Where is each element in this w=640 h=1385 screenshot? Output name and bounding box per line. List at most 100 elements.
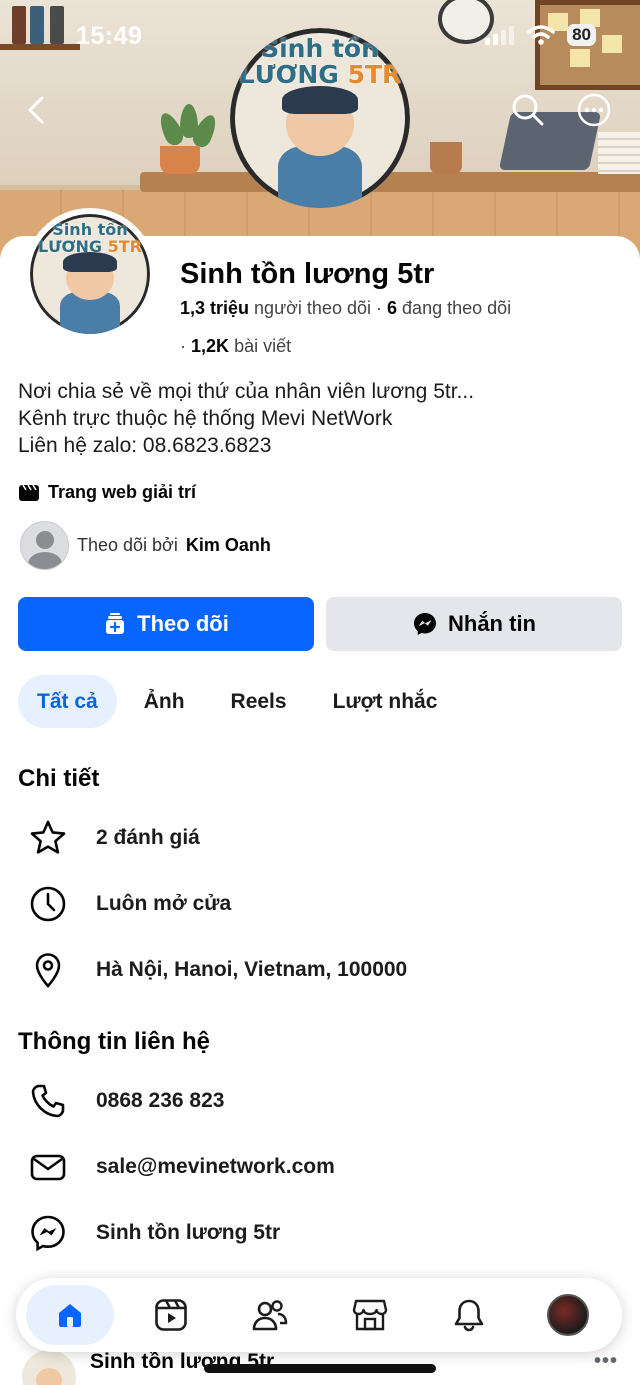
messenger-icon — [414, 613, 436, 635]
cover-logo-line2: LƯƠNG 5TR — [230, 60, 410, 89]
profile-avatar-accent: 5TR — [107, 237, 142, 256]
tab-mentions[interactable]: Lượt nhắc — [314, 675, 457, 728]
cover-book — [50, 6, 64, 44]
profile-avatar-logo: Sinh tồn LƯƠNG 5TR — [30, 214, 150, 334]
posts-count: 1,2K — [191, 336, 230, 356]
address-row[interactable]: Hà Nội, Hanoi, Vietnam, 100000 — [28, 950, 407, 990]
stats-separator: · — [376, 298, 382, 318]
followers-count: 1,3 triệu — [180, 298, 250, 318]
reels-icon — [155, 1299, 187, 1331]
follow-stats[interactable]: 1,3 triệu người theo dõi · 6 đang theo d… — [180, 298, 511, 319]
tab-all[interactable]: Tất cả — [18, 675, 117, 728]
battery-indicator: 80 — [567, 24, 596, 46]
phone-row[interactable]: 0868 236 823 — [28, 1081, 224, 1121]
messenger-text: Sinh tồn lương 5tr — [96, 1221, 281, 1244]
cover-shelf — [0, 44, 80, 50]
address-text: Hà Nội, Hanoi, Vietnam, 100000 — [96, 958, 408, 981]
nav-friends[interactable] — [240, 1285, 300, 1345]
cover-plant-pot — [160, 146, 200, 174]
cover-book — [30, 6, 44, 44]
tab-reels[interactable]: Reels — [212, 675, 306, 728]
clock-icon — [30, 886, 66, 922]
follow-button-label: Theo dõi — [137, 611, 229, 636]
default-avatar-body — [28, 552, 62, 569]
message-button-label: Nhắn tin — [448, 611, 536, 636]
nav-home[interactable] — [26, 1285, 114, 1345]
signal-icon — [485, 26, 515, 45]
hours-text: Luôn mở cửa — [96, 892, 232, 915]
details-title: Chi tiết — [18, 765, 100, 792]
cover-logo: Sinh tồn LƯƠNG 5TR — [230, 28, 410, 208]
star-icon-wrap — [28, 818, 68, 858]
search-button[interactable] — [510, 92, 546, 128]
location-pin-icon — [35, 953, 61, 988]
nav-profile[interactable] — [538, 1285, 598, 1345]
wifi-icon — [527, 25, 555, 45]
profile-tabs: Tất cả Ảnh Reels Lượt nhắc — [18, 675, 464, 728]
more-button[interactable] — [576, 92, 612, 128]
location-icon-wrap — [28, 950, 68, 990]
followers-label: người theo dõi — [254, 298, 371, 318]
follow-button[interactable]: Theo dõi — [18, 597, 314, 651]
bio-line: Nơi chia sẻ về mọi thứ của nhân viên lươ… — [18, 380, 475, 403]
messenger-icon-wrap — [28, 1213, 68, 1253]
nav-marketplace[interactable] — [340, 1285, 400, 1345]
phone-icon — [31, 1084, 65, 1118]
post-more-icon[interactable]: ••• — [594, 1350, 618, 1373]
message-button[interactable]: Nhắn tin — [326, 597, 622, 651]
followed-by[interactable]: Theo dõi bởi Kim Oanh — [20, 521, 271, 570]
back-icon — [28, 96, 44, 124]
follower-avatar — [20, 521, 69, 570]
status-icons: 80 — [485, 24, 596, 46]
profile-avatar[interactable]: Sinh tồn LƯƠNG 5TR — [24, 208, 156, 340]
cover-logo-word: LƯƠNG — [238, 60, 339, 89]
phone-icon-wrap — [28, 1081, 68, 1121]
followed-by-prefix: Theo dõi bởi — [77, 535, 178, 555]
page-bio: Nơi chia sẻ về mọi thứ của nhân viên lươ… — [18, 378, 474, 459]
cover-logo-line1: Sinh tồn — [261, 34, 379, 63]
clock-icon-wrap — [28, 884, 68, 924]
cover-papers — [598, 132, 640, 174]
search-icon — [512, 94, 544, 126]
cover-logo-accent: 5TR — [347, 60, 402, 89]
cover-mug — [430, 142, 462, 174]
bell-icon — [454, 1299, 484, 1332]
more-icon — [577, 93, 611, 127]
user-avatar — [547, 1294, 589, 1336]
email-text: sale@mevinetwork.com — [96, 1155, 335, 1178]
clapperboard-icon — [19, 484, 39, 501]
star-icon — [30, 820, 66, 854]
back-button[interactable] — [18, 92, 54, 128]
rating-row[interactable]: 2 đánh giá — [28, 818, 200, 858]
rating-text: 2 đánh giá — [96, 826, 200, 849]
home-icon — [59, 1304, 81, 1327]
following-label: đang theo dõi — [402, 298, 512, 318]
tab-photos[interactable]: Ảnh — [125, 675, 204, 728]
following-count: 6 — [387, 298, 398, 318]
status-time: 15:49 — [76, 22, 143, 50]
messenger-outline-icon — [31, 1215, 65, 1252]
default-avatar-head — [36, 531, 54, 549]
page-title: Sinh tồn lương 5tr — [180, 258, 435, 290]
messenger-row[interactable]: Sinh tồn lương 5tr — [28, 1213, 280, 1253]
cover-mascot-hair — [282, 86, 358, 114]
phone-text: 0868 236 823 — [96, 1089, 225, 1112]
nav-notifications[interactable] — [439, 1285, 499, 1345]
followed-by-name[interactable]: Kim Oanh — [186, 535, 271, 556]
page-category: Trang web giải trí — [18, 482, 196, 503]
posts-stats: · 1,2K bài viết — [180, 336, 291, 357]
post-avatar — [22, 1350, 76, 1385]
nav-reels[interactable] — [141, 1285, 201, 1345]
stats-separator: · — [180, 336, 186, 356]
post-avatar-mascot — [36, 1368, 62, 1385]
email-row[interactable]: sale@mevinetwork.com — [28, 1147, 335, 1187]
cover-note — [570, 49, 590, 67]
contact-title: Thông tin liên hệ — [18, 1028, 210, 1055]
email-icon — [30, 1154, 66, 1181]
bottom-navigation — [16, 1278, 622, 1352]
home-indicator — [204, 1364, 436, 1373]
cover-book — [12, 6, 26, 44]
friends-icon — [252, 1300, 288, 1331]
posts-label: bài viết — [234, 336, 292, 356]
marketplace-icon — [352, 1299, 388, 1331]
